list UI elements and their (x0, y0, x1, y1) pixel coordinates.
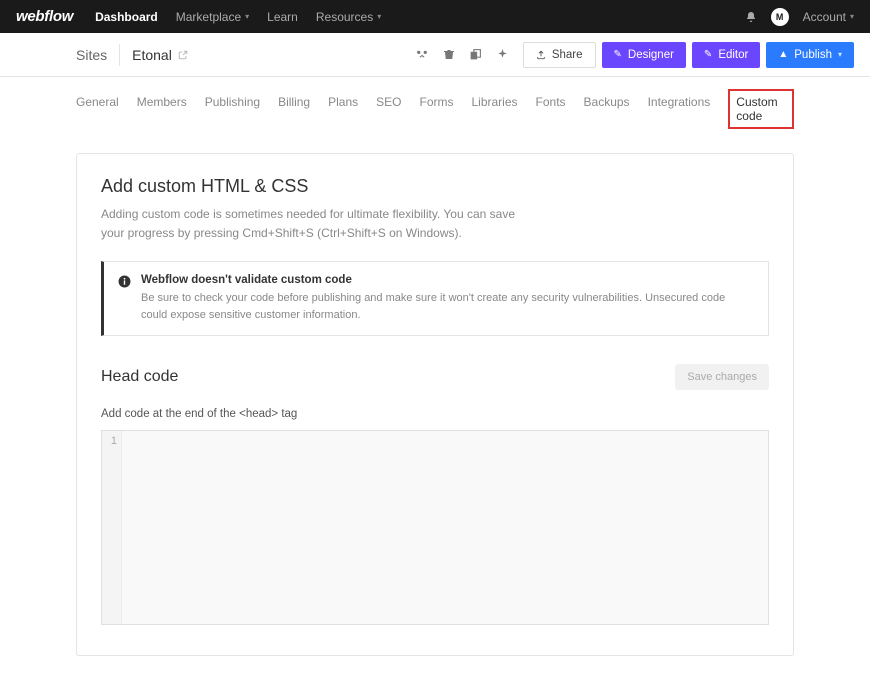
publish-button[interactable]: ▲ Publish ▾ (766, 42, 854, 68)
save-changes-button[interactable]: Save changes (675, 364, 769, 390)
sparkle-icon[interactable] (496, 48, 509, 61)
chevron-down-icon: ▾ (245, 12, 249, 21)
tab-forms[interactable]: Forms (419, 89, 453, 129)
logo[interactable]: webflow (16, 8, 73, 25)
nav-dashboard[interactable]: Dashboard (95, 10, 158, 24)
designer-label: Designer (628, 49, 674, 61)
panel-title: Add custom HTML & CSS (101, 176, 769, 197)
info-icon (118, 275, 131, 323)
nav-label: Marketplace (176, 10, 241, 24)
trash-icon[interactable] (443, 48, 455, 61)
tab-backups[interactable]: Backups (584, 89, 630, 129)
top-right: M Account ▾ (745, 8, 854, 26)
nav-resources[interactable]: Resources ▾ (316, 10, 381, 24)
tab-seo[interactable]: SEO (376, 89, 401, 129)
nav-marketplace[interactable]: Marketplace ▾ (176, 10, 249, 24)
tabs: General Members Publishing Billing Plans… (76, 89, 794, 129)
tool-icons (415, 48, 509, 61)
publish-label: Publish (794, 49, 832, 61)
tab-plans[interactable]: Plans (328, 89, 358, 129)
breadcrumb-separator (119, 44, 120, 66)
designer-button[interactable]: ✎ Designer (602, 42, 686, 68)
avatar[interactable]: M (771, 8, 789, 26)
share-label: Share (552, 49, 583, 61)
chevron-down-icon: ▾ (850, 12, 854, 21)
external-link-icon[interactable] (178, 50, 188, 60)
chevron-down-icon: ▾ (838, 50, 842, 59)
alert-title: Webflow doesn't validate custom code (141, 274, 754, 286)
tab-members[interactable]: Members (137, 89, 187, 129)
nav-learn[interactable]: Learn (267, 10, 298, 24)
head-code-editor[interactable]: 1 (101, 430, 769, 625)
panel: Add custom HTML & CSS Adding custom code… (76, 153, 794, 656)
head-code-title: Head code (101, 368, 178, 386)
pencil-icon: ✎ (614, 49, 622, 60)
topnav: Dashboard Marketplace ▾ Learn Resources ▾ (95, 10, 745, 24)
editor-button[interactable]: ✎ Editor (692, 42, 760, 68)
tab-publishing[interactable]: Publishing (205, 89, 260, 129)
chevron-down-icon: ▾ (377, 12, 381, 21)
head-code-section-head: Head code Save changes (101, 364, 769, 390)
account-menu[interactable]: Account ▾ (803, 10, 854, 24)
editor-label: Editor (718, 49, 748, 61)
nav-label: Resources (316, 10, 373, 24)
tab-libraries[interactable]: Libraries (471, 89, 517, 129)
duplicate-icon[interactable] (469, 48, 482, 61)
panel-subtitle: Adding custom code is sometimes needed f… (101, 205, 531, 243)
share-icon (536, 50, 546, 60)
rocket-icon: ▲ (778, 49, 788, 60)
breadcrumb-sites[interactable]: Sites (76, 47, 107, 63)
transfer-icon[interactable] (415, 48, 429, 61)
head-code-hint: Add code at the end of the <head> tag (101, 408, 769, 420)
bell-icon[interactable] (745, 11, 757, 23)
content: General Members Publishing Billing Plans… (0, 77, 870, 686)
share-button[interactable]: Share (523, 42, 596, 68)
topbar: webflow Dashboard Marketplace ▾ Learn Res… (0, 0, 870, 33)
alert-body: Be sure to check your code before publis… (141, 290, 754, 323)
pencil-icon: ✎ (704, 49, 712, 60)
tab-fonts[interactable]: Fonts (536, 89, 566, 129)
code-area[interactable] (122, 431, 768, 624)
tab-integrations[interactable]: Integrations (648, 89, 711, 129)
tab-general[interactable]: General (76, 89, 119, 129)
alert-content: Webflow doesn't validate custom code Be … (141, 274, 754, 323)
tab-custom-code[interactable]: Custom code (728, 89, 794, 129)
line-gutter: 1 (102, 431, 122, 624)
subbar: Sites Etonal Share ✎ Designer ✎ Editor ▲ Pu… (0, 33, 870, 77)
breadcrumb-site-name[interactable]: Etonal (132, 47, 172, 63)
alert: Webflow doesn't validate custom code Be … (101, 261, 769, 336)
tab-billing[interactable]: Billing (278, 89, 310, 129)
account-label: Account (803, 10, 846, 24)
